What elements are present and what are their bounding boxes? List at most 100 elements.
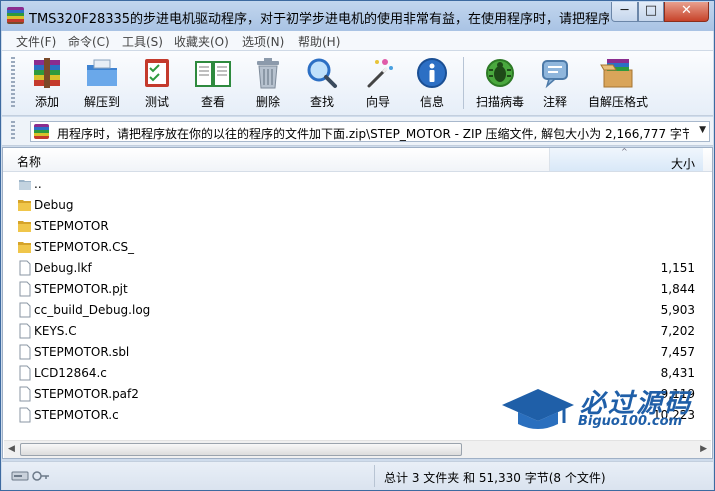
list-row-file[interactable]: STEPMOTOR.sbl 7,457	[3, 342, 712, 363]
menu-bar: 文件(F) 命令(C) 工具(S) 收藏夹(O) 选项(N) 帮助(H)	[2, 31, 713, 51]
file-name: STEPMOTOR.CS_	[34, 240, 135, 254]
scrollbar-thumb[interactable]	[20, 443, 462, 456]
watermark-en-text: Biguo100.com	[578, 414, 683, 429]
address-bar: 用程序时，请把程序放在你的以往的程序的文件加下面.zip\STEP_MOTOR …	[2, 117, 713, 146]
menu-tools[interactable]: 工具(S)	[122, 33, 163, 50]
view-label: 查看	[200, 95, 225, 109]
wizard-button[interactable]: 向导	[353, 56, 403, 110]
file-name: LCD12864.c	[34, 366, 107, 380]
file-size: 1,844	[660, 282, 695, 296]
list-row-folder[interactable]: STEPMOTOR	[3, 216, 712, 237]
list-row-file[interactable]: Debug.lkf 1,151	[3, 258, 712, 279]
list-row-parent[interactable]: ..	[3, 174, 712, 195]
file-size: 7,202	[660, 324, 695, 338]
column-header-size-label: 大小	[670, 157, 695, 171]
menu-file[interactable]: 文件(F)	[16, 33, 56, 50]
menu-help[interactable]: 帮助(H)	[298, 33, 340, 50]
drive-key-icon[interactable]	[11, 469, 51, 483]
menu-favorites[interactable]: 收藏夹(O)	[174, 33, 229, 50]
file-name: ..	[34, 177, 42, 191]
file-icon	[19, 323, 31, 339]
minimize-button[interactable]: ─	[611, 2, 638, 22]
sfx-box-icon	[600, 59, 633, 88]
column-header-name[interactable]: 名称	[17, 153, 41, 170]
add-label: 添加	[34, 95, 59, 109]
trash-icon	[257, 58, 279, 89]
file-name: Debug	[34, 198, 74, 212]
find-label: 查找	[309, 95, 334, 109]
window-title: TMS320F28335的步进电机驱动程序，对于初学步进电机的使用非常有益，在使…	[29, 12, 609, 27]
file-icon	[19, 344, 31, 360]
comment-label: 注释	[542, 95, 567, 109]
magnifier-icon	[307, 58, 337, 88]
title-bar[interactable]: TMS320F28335的步进电机驱动程序，对于初学步进电机的使用非常有益，在使…	[1, 1, 714, 31]
scan-virus-label: 扫描病毒	[475, 95, 524, 109]
wizard-wand-icon	[367, 59, 393, 88]
scroll-right-icon[interactable]: ▶	[700, 444, 707, 454]
find-button[interactable]: 查找	[297, 56, 347, 110]
folder-icon	[18, 221, 31, 232]
winrar-window: TMS320F28335的步进电机驱动程序，对于初学步进电机的使用非常有益，在使…	[0, 0, 715, 491]
file-name: KEYS.C	[34, 324, 77, 338]
scan-virus-button[interactable]: 扫描病毒	[472, 56, 528, 110]
list-row-folder[interactable]: Debug	[3, 195, 712, 216]
address-grip[interactable]	[11, 121, 15, 141]
maximize-button[interactable]: □	[638, 2, 664, 22]
menu-options[interactable]: 选项(N)	[242, 33, 284, 50]
address-dropdown-icon[interactable]: ▼	[699, 125, 706, 135]
graduation-cap-icon	[502, 389, 574, 429]
test-button[interactable]: 测试	[132, 56, 182, 110]
parent-folder-icon	[19, 180, 31, 190]
list-row-file[interactable]: LCD12864.c 8,431	[3, 363, 712, 384]
list-row-file[interactable]: STEPMOTOR.pjt 1,844	[3, 279, 712, 300]
file-size: 7,457	[660, 345, 695, 359]
scroll-left-icon[interactable]: ◀	[8, 444, 15, 454]
wizard-label: 向导	[365, 95, 390, 109]
delete-button[interactable]: 删除	[243, 56, 293, 110]
file-name: STEPMOTOR.c	[34, 408, 119, 422]
info-icon	[417, 58, 447, 88]
address-field[interactable]: 用程序时，请把程序放在你的以往的程序的文件加下面.zip\STEP_MOTOR …	[30, 121, 710, 142]
file-icon	[19, 302, 31, 318]
column-header-size[interactable]: ^ 大小	[549, 147, 703, 171]
info-label: 信息	[419, 95, 444, 109]
toolbar-grip[interactable]	[11, 57, 15, 109]
file-name: STEPMOTOR.sbl	[34, 345, 130, 359]
archive-icon	[34, 124, 49, 139]
file-icon	[19, 386, 31, 402]
file-name: STEPMOTOR	[34, 219, 109, 233]
file-icon	[19, 281, 31, 297]
status-summary: 总计 3 文件夹 和 51,330 字节(8 个文件)	[384, 471, 606, 485]
file-name: Debug.lkf	[34, 261, 92, 275]
add-archive-icon	[34, 58, 60, 88]
menu-command[interactable]: 命令(C)	[68, 33, 110, 50]
horizontal-scrollbar[interactable]: ◀ ▶	[4, 440, 711, 458]
sort-ascending-icon: ^	[621, 147, 628, 156]
comment-icon	[542, 60, 568, 89]
view-button[interactable]: 查看	[188, 56, 238, 110]
toolbar: 添加 解压到 测试 查看 删除 查找 向导 信息 扫描病毒 注释 自解压格式	[2, 51, 713, 116]
list-row-folder[interactable]: STEPMOTOR.CS_	[3, 237, 712, 258]
extract-to-icon	[87, 59, 117, 86]
watermark-logo: 必过源码 Biguo100.com	[498, 383, 708, 435]
info-button[interactable]: 信息	[407, 56, 457, 110]
sfx-button[interactable]: 自解压格式	[586, 56, 650, 110]
file-size: 1,151	[660, 261, 695, 275]
file-icon	[19, 407, 31, 423]
delete-label: 删除	[255, 95, 280, 109]
file-size: 8,431	[660, 366, 695, 380]
file-icon	[19, 260, 31, 276]
list-row-file[interactable]: cc_build_Debug.log 5,903	[3, 300, 712, 321]
file-icon	[19, 365, 31, 381]
file-name: STEPMOTOR.paf2	[34, 387, 139, 401]
list-row-file[interactable]: KEYS.C 7,202	[3, 321, 712, 342]
close-button[interactable]: ✕	[664, 2, 709, 22]
extract-to-label: 解压到	[83, 95, 120, 109]
status-bar: 总计 3 文件夹 和 51,330 字节(8 个文件)	[2, 461, 713, 490]
extract-to-button[interactable]: 解压到	[77, 56, 127, 110]
file-name: cc_build_Debug.log	[34, 303, 151, 317]
winrar-app-icon	[7, 7, 24, 24]
add-button[interactable]: 添加	[22, 56, 72, 110]
comment-button[interactable]: 注释	[530, 56, 580, 110]
status-divider	[374, 465, 375, 487]
